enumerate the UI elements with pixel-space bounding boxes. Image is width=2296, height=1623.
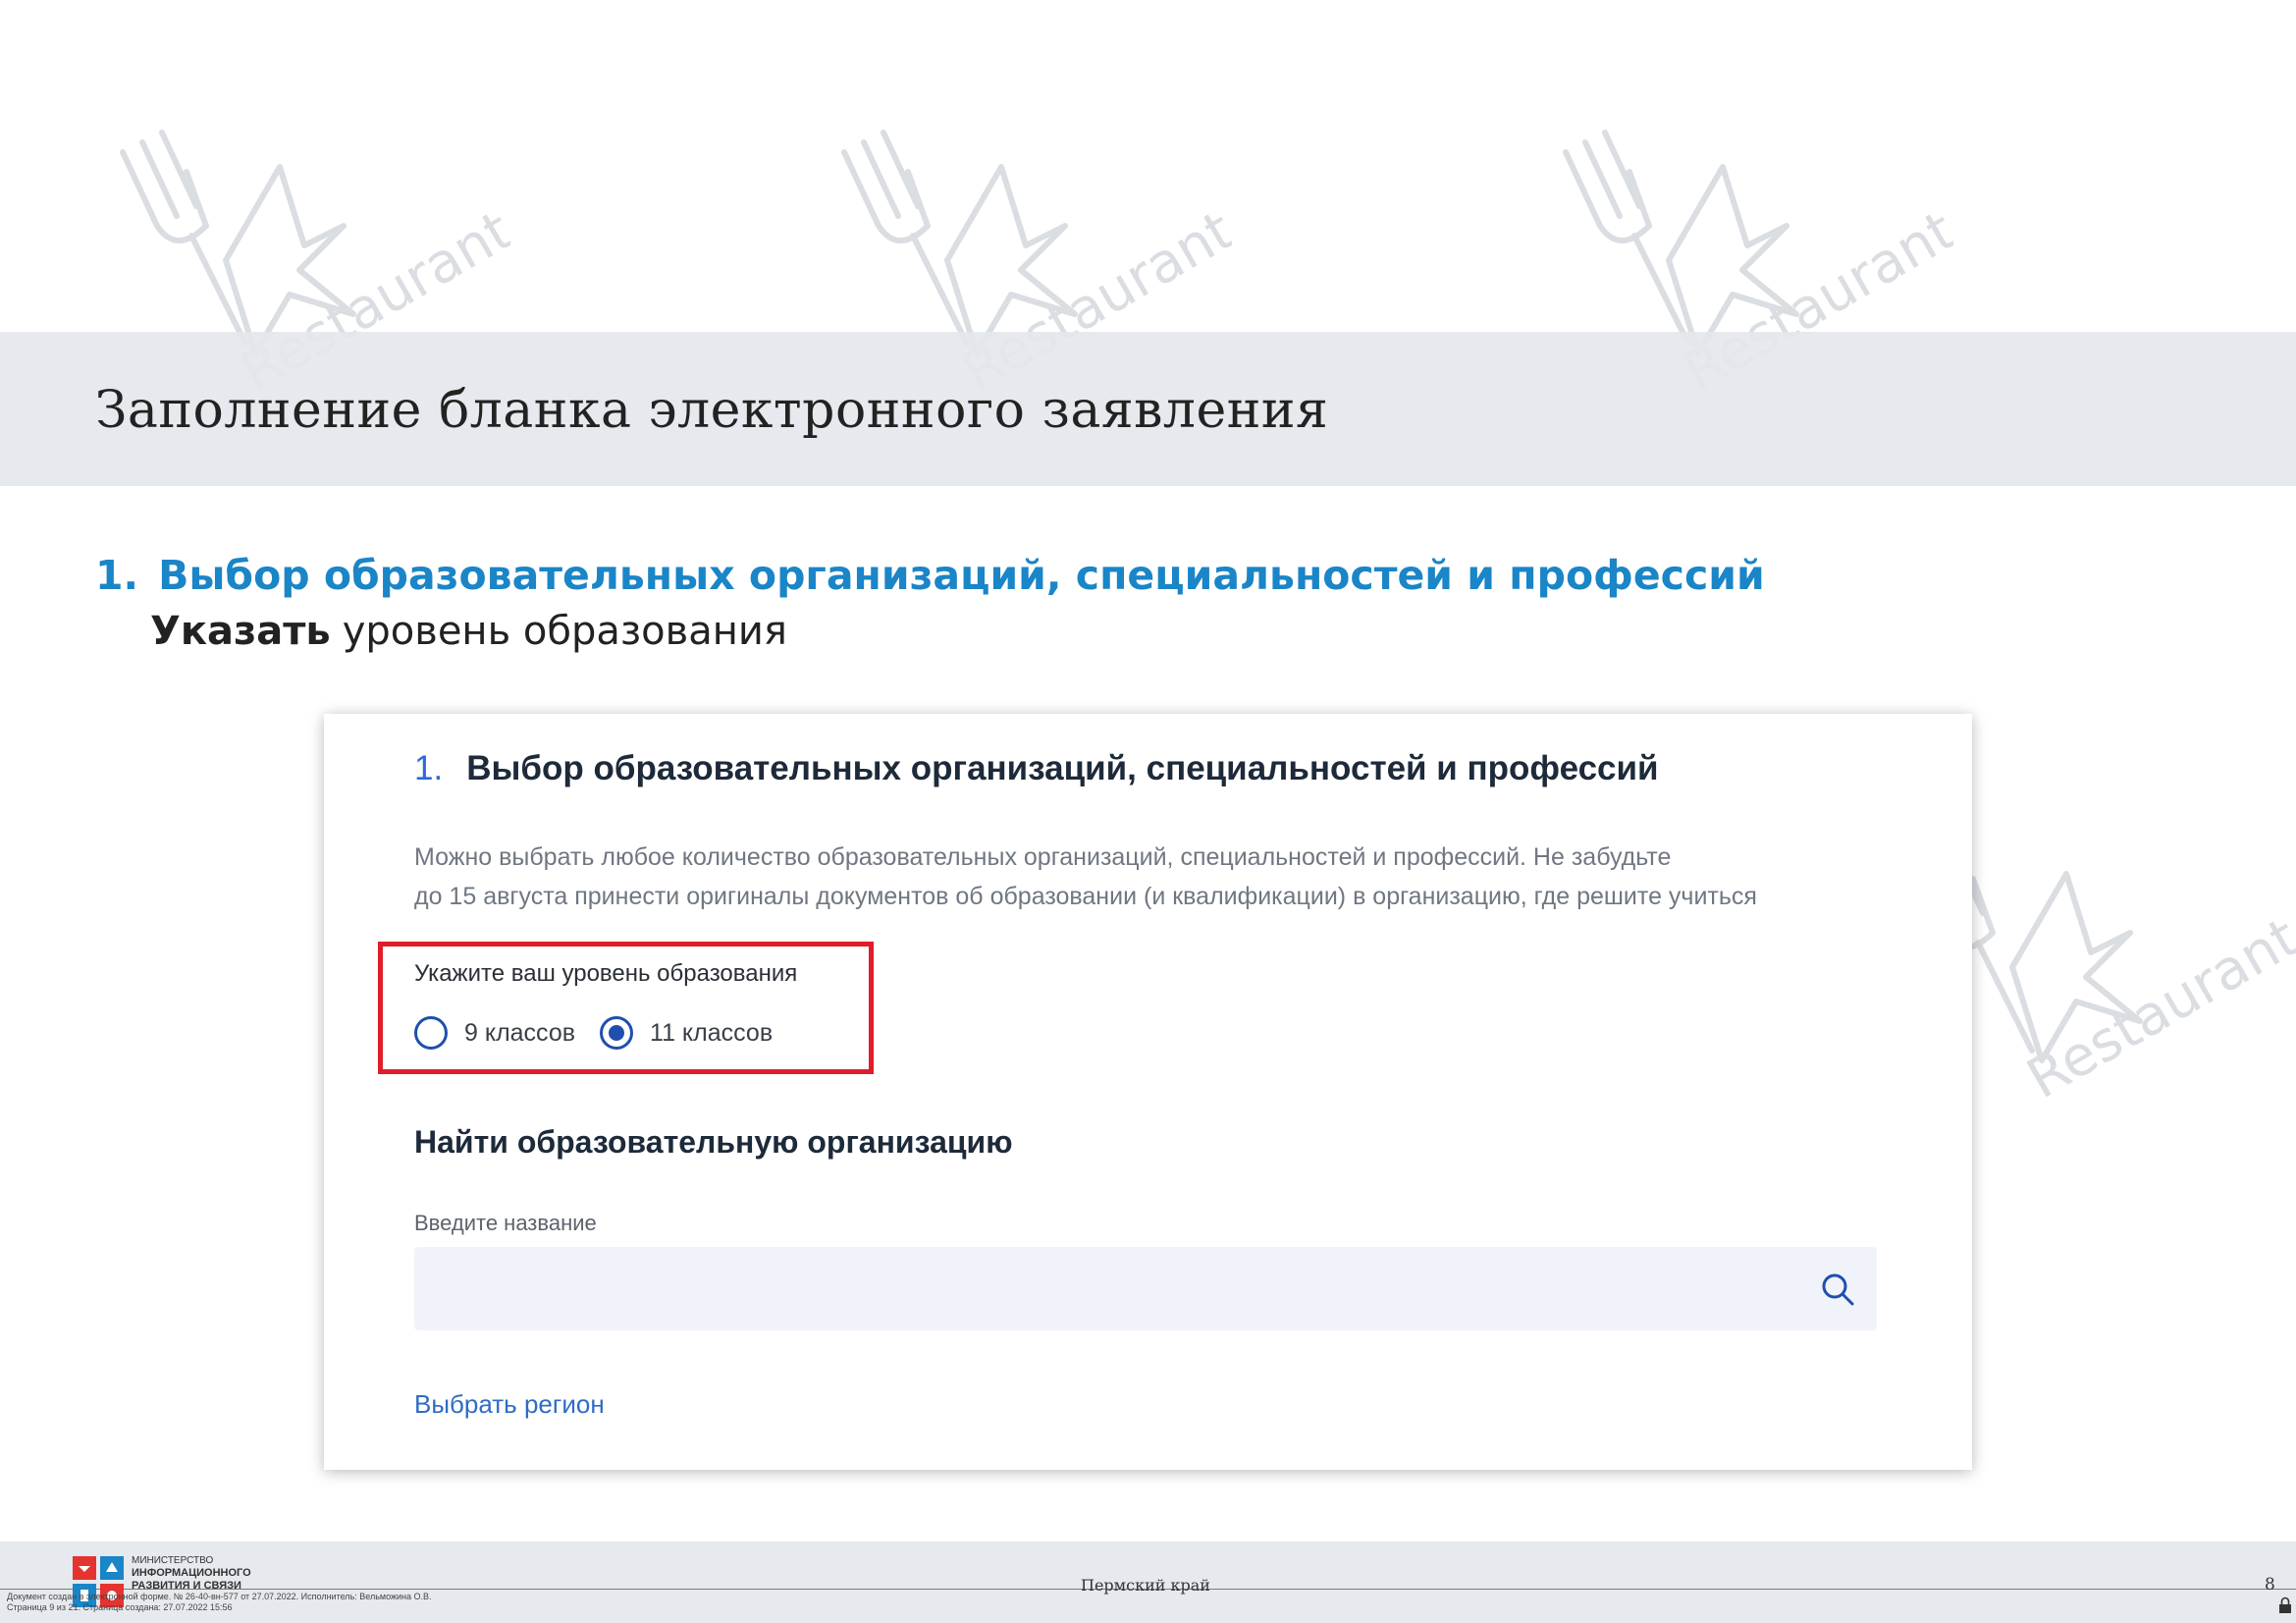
- organization-search-input[interactable]: [414, 1247, 1877, 1330]
- embedded-screenshot: 1. Выбор образовательных организаций, спе…: [324, 714, 1972, 1470]
- section-number: 1.: [95, 552, 139, 599]
- radio-label: 11 классов: [650, 1018, 774, 1047]
- form-step-title: 1. Выбор образовательных организаций, спе…: [414, 749, 1659, 788]
- lock-icon: [2279, 1596, 2291, 1613]
- document-note-line: Страница 9 из 21. Страница создана: 27.0…: [7, 1602, 233, 1612]
- form-description: Можно выбрать любое количество образоват…: [414, 838, 1887, 916]
- ministry-line: МИНИСТЕРСТВО: [132, 1555, 214, 1566]
- instruction-line: Указать уровень образования: [150, 609, 787, 654]
- description-line: до 15 августа принести оригиналы докумен…: [414, 883, 1757, 910]
- description-line: Можно выбрать любое количество образоват…: [414, 843, 1672, 871]
- education-level-radio-group: 9 классов 11 классов: [414, 1016, 797, 1050]
- page-number: 8: [2265, 1575, 2275, 1595]
- ministry-line: ИНФОРМАЦИОННОГО: [132, 1567, 251, 1579]
- document-registration-note: Документ создан в электронной форме. № 2…: [7, 1592, 432, 1613]
- section-heading-text: Выбор образовательных организаций, специ…: [158, 552, 1765, 599]
- ministry-name: МИНИСТЕРСТВО ИНФОРМАЦИОННОГО РАЗВИТИЯ И …: [132, 1554, 251, 1593]
- search-field-label: Введите название: [414, 1211, 597, 1235]
- svg-text:Restaurant Guru: Restaurant Guru: [2017, 830, 2296, 1111]
- title-band: Заполнение бланка электронного заявления: [0, 332, 2296, 486]
- select-region-link[interactable]: Выбрать регион: [414, 1389, 605, 1420]
- region-name: Пермский край: [1081, 1576, 1210, 1595]
- instruction-rest: уровень образования: [342, 609, 787, 654]
- instruction-bold: Указать: [150, 609, 331, 654]
- form-step-number: 1.: [414, 749, 444, 787]
- document-note-line: Документ создан в электронной форме. № 2…: [7, 1592, 432, 1601]
- radio-option-9-grades[interactable]: 9 классов: [414, 1016, 575, 1050]
- radio-label: 9 классов: [464, 1018, 576, 1047]
- slide-title: Заполнение бланка электронного заявления: [95, 381, 1329, 440]
- search-icon[interactable]: [1818, 1270, 1857, 1309]
- radio-option-11-grades[interactable]: 11 классов: [600, 1016, 773, 1050]
- radio-button[interactable]: [414, 1016, 448, 1050]
- radio-button-selected[interactable]: [600, 1016, 634, 1050]
- find-organization-title: Найти образовательную организацию: [414, 1124, 1013, 1160]
- form-step-title-text: Выбор образовательных организаций, специ…: [466, 749, 1659, 787]
- section-heading: 1. Выбор образовательных организаций, спе…: [95, 552, 1765, 599]
- education-level-label: Укажите ваш уровень образования: [414, 960, 798, 987]
